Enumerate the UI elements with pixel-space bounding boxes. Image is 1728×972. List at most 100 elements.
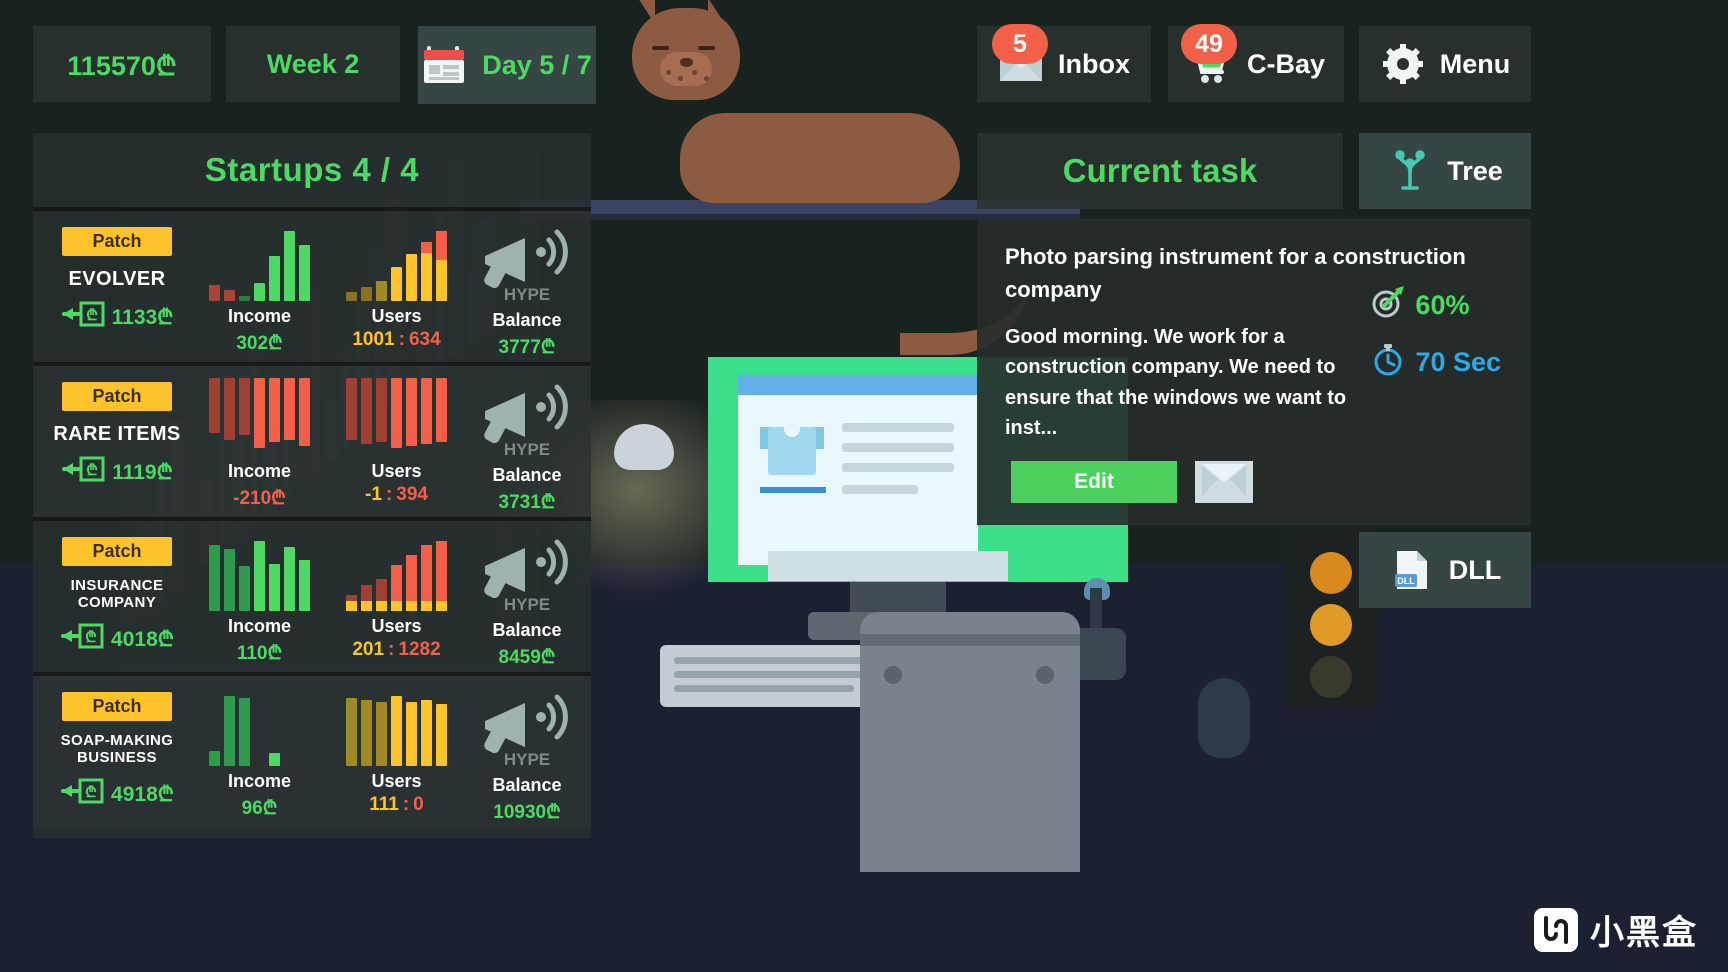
users-left-value: 201 [352, 639, 385, 660]
traffic-light-amber [1310, 552, 1352, 594]
chart-bar [239, 296, 250, 301]
monitor-screen [738, 375, 1008, 581]
balance-value: 8459₾ [498, 647, 556, 668]
startup-users-cell: Users 111:0 [328, 688, 465, 827]
screen-accent-line [760, 487, 826, 493]
chart-bar [269, 753, 280, 766]
cat-eye-right [698, 46, 715, 50]
shopping-cart-icon: 49 [1180, 24, 1237, 85]
patch-button[interactable]: Patch [62, 382, 172, 411]
cat-whisker-dot [692, 70, 697, 75]
day-display[interactable]: Day 5 / 7 [418, 26, 596, 104]
cbay-badge: 49 [1180, 24, 1237, 64]
chart-bar [406, 555, 417, 611]
users-label: Users [371, 306, 422, 326]
chart-bar [284, 231, 295, 301]
svg-text:₾: ₾ [86, 307, 98, 324]
chart-bar [421, 378, 432, 444]
chart-bar-body [436, 541, 447, 601]
patch-button[interactable]: Patch [62, 227, 172, 256]
inbox-button[interactable]: 5 Inbox [977, 24, 1151, 102]
bar-chart [328, 688, 465, 766]
startup-name: SOAP-MAKING BUSINESS [60, 732, 174, 766]
envelope-icon [1201, 463, 1247, 502]
patch-button[interactable]: Patch [62, 537, 172, 566]
chart-bar [406, 378, 417, 446]
chair-band [860, 634, 1080, 646]
users-right-value: 634 [408, 329, 441, 350]
dll-button[interactable]: DLL DLL [1359, 532, 1531, 608]
chart-bar [254, 283, 265, 301]
chart-bar [391, 696, 402, 766]
chart-bar [421, 545, 432, 611]
startup-row[interactable]: Patch INSURANCE COMPANY ₾ 4018₾ Income 110₾ Us… [33, 517, 591, 672]
withdraw-icon: ₾ [61, 456, 105, 488]
startup-users-cell: Users -1:394 [328, 378, 465, 517]
dll-label: DLL [1448, 554, 1502, 585]
chart-bar [239, 566, 250, 611]
week-display: Week 2 [226, 26, 400, 102]
menu-button[interactable]: Menu [1359, 26, 1531, 102]
startup-row[interactable]: Patch EVOLVER ₾ 1133₾ Income 302₾ Users 1001:63… [33, 207, 591, 362]
task-mail-button[interactable] [1195, 461, 1253, 503]
cat-whisker-dot [666, 70, 671, 75]
income-value: -210₾ [233, 488, 286, 509]
skill-tree-icon [1387, 150, 1433, 192]
startup-name: RARE ITEMS [53, 423, 181, 445]
cbay-button[interactable]: 49 C-Bay [1168, 24, 1344, 102]
startup-name: EVOLVER [68, 268, 166, 290]
startup-balance-cell: HYPE Balance 8459₾ [465, 533, 589, 672]
startup-users-cell: Users 1001:634 [328, 223, 465, 362]
tree-label: Tree [1447, 155, 1503, 186]
income-value: 302₾ [236, 333, 283, 354]
tree-button[interactable]: Tree [1359, 133, 1531, 209]
chart-bar-body [406, 555, 417, 601]
startup-balance-cell: HYPE Balance 3777₾ [465, 223, 589, 362]
patch-button[interactable]: Patch [62, 692, 172, 721]
users-separator: : [398, 329, 405, 350]
chart-bar [224, 290, 235, 301]
chart-bar [254, 541, 265, 611]
computer-mouse [1198, 678, 1250, 758]
chart-bar-body [436, 260, 447, 301]
menu-label: Menu [1439, 48, 1511, 79]
startup-cost-value: 1133₾ [111, 306, 174, 330]
edit-button[interactable]: Edit [1011, 461, 1177, 503]
target-progress-icon [1371, 285, 1405, 326]
task-progress-value: 60% [1415, 290, 1470, 320]
withdraw-icon: ₾ [60, 778, 104, 810]
chart-bar [376, 378, 387, 442]
income-label: Income [227, 306, 292, 326]
chart-bar [269, 256, 280, 301]
chart-bar [346, 698, 357, 766]
money-display: 115570₾ [33, 26, 211, 102]
day-value: Day 5 / 7 [482, 49, 592, 80]
startup-name-cell: Patch INSURANCE COMPANY ₾ 4018₾ [43, 533, 191, 672]
chart-bar [269, 378, 280, 442]
calendar-icon [422, 44, 468, 86]
balance-value: 3731₾ [498, 492, 556, 513]
startup-income-cell: Income 302₾ [191, 223, 328, 362]
chart-bar [284, 378, 295, 440]
withdraw-icon: ₾ [60, 623, 104, 655]
bar-chart [328, 533, 465, 611]
income-label: Income [227, 616, 292, 636]
bar-chart [191, 223, 328, 301]
balance-label: Balance [492, 465, 562, 485]
svg-text:DLL: DLL [1397, 576, 1415, 586]
startup-row[interactable]: Patch RARE ITEMS ₾ 1119₾ Income -210₾ Users -1:… [33, 362, 591, 517]
chart-bar [269, 564, 280, 611]
traffic-light-orange [1310, 604, 1352, 646]
chart-bar [299, 378, 310, 446]
users-left-value: -1 [365, 484, 382, 505]
users-left-value: 1001 [352, 329, 395, 350]
screen-text-line [842, 443, 954, 452]
startup-row[interactable]: Patch SOAP-MAKING BUSINESS ₾ 4918₾ Income 96₾… [33, 672, 591, 827]
startup-cost-value: 4918₾ [111, 782, 174, 806]
chart-bar [209, 751, 220, 766]
svg-text:₾: ₾ [85, 784, 97, 801]
chart-bar [254, 378, 265, 448]
startup-income-cell: Income 110₾ [191, 533, 328, 672]
balance-value: 10930₾ [493, 802, 561, 823]
chart-bar [346, 595, 357, 611]
